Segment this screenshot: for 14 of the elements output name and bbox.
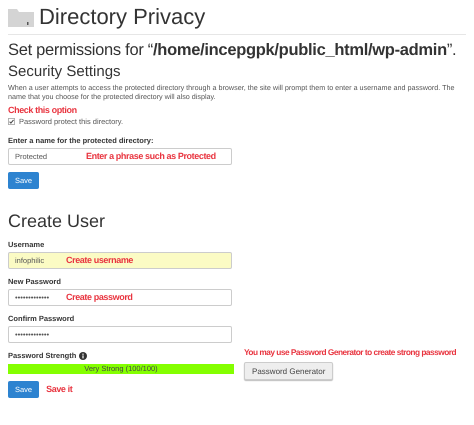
- permissions-heading: Set permissions for “/home/incepgpk/public_html/wp-admin”.: [8, 40, 456, 61]
- checkbox[interactable]: [8, 118, 15, 125]
- annotation: Create password: [66, 292, 133, 303]
- section-heading: Security Settings: [8, 63, 122, 81]
- page-title: Directory Privacy: [39, 4, 206, 30]
- annotation: Create username: [66, 255, 134, 266]
- info-icon: [79, 352, 88, 360]
- folder-icon: [8, 7, 34, 27]
- password-generator-button[interactable]: Password Generator: [244, 362, 334, 380]
- section-heading: Create User: [8, 211, 106, 232]
- annotation: Check this option: [8, 105, 78, 116]
- annotation: Enter a phrase such as Protected: [86, 151, 216, 162]
- annotation: Save it: [46, 384, 72, 395]
- annotation: You may use Password Generator to create strong password: [244, 347, 456, 358]
